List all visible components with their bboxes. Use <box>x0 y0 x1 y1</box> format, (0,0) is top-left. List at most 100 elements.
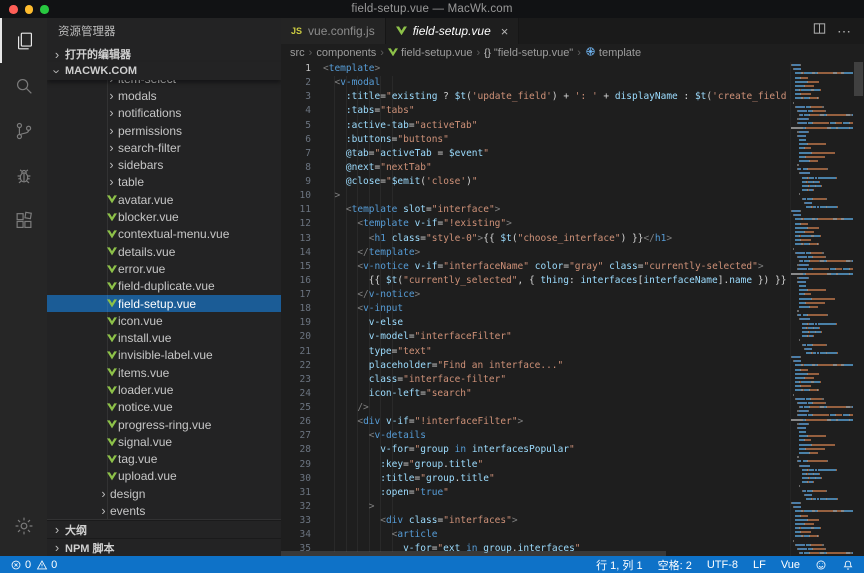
tab-vue-config-js[interactable]: JSvue.config.js <box>281 18 386 44</box>
tree-item-icon-vue[interactable]: icon.vue <box>47 312 281 329</box>
line-number: 29 <box>281 458 311 472</box>
tree-item-table[interactable]: ›table <box>47 174 281 191</box>
extensions-icon[interactable] <box>0 198 47 243</box>
code-line: 2 <v-modal <box>281 76 790 90</box>
code-line: 26 <div v-if="!interfaceFilter"> <box>281 415 790 429</box>
more-actions-icon[interactable]: ⋯ <box>837 23 852 40</box>
code-line: 31 :open="true" <box>281 486 790 500</box>
tree-item-permissions[interactable]: ›permissions <box>47 122 281 139</box>
warning-icon <box>36 559 48 571</box>
line-number: 9 <box>281 175 311 189</box>
tree-item-contextual-menu-vue[interactable]: contextual-menu.vue <box>47 226 281 243</box>
tree-item-loader-vue[interactable]: loader.vue <box>47 381 281 398</box>
code-line: 13 <h1 class="style-0">{{ $t("choose_int… <box>281 232 790 246</box>
line-number: 21 <box>281 345 311 359</box>
tree-item-label: sidebars <box>118 158 163 172</box>
code-line: 11 <template slot="interface"> <box>281 203 790 217</box>
tree-item-install-vue[interactable]: install.vue <box>47 329 281 346</box>
tree-item-upload-vue[interactable]: upload.vue <box>47 468 281 485</box>
tab-field-setup-vue[interactable]: field-setup.vue× <box>386 18 520 44</box>
settings-icon[interactable] <box>0 503 47 548</box>
code-line: 9 @close="$emit('close')" <box>281 175 790 189</box>
code-text: v-else <box>323 316 403 330</box>
main-area: 资源管理器 › 打开的编辑器 › MACWK.COM ›item-select›… <box>0 18 864 556</box>
tree-item-item-select[interactable]: ›item-select <box>47 80 281 87</box>
tree-item-items-vue[interactable]: items.vue <box>47 364 281 381</box>
tree-item-notifications[interactable]: ›notifications <box>47 105 281 122</box>
section-project[interactable]: › MACWK.COM <box>47 62 281 80</box>
tree-item-search-filter[interactable]: ›search-filter <box>47 139 281 156</box>
tree-item-blocker-vue[interactable]: blocker.vue <box>47 208 281 225</box>
code-line: 34 <article <box>281 528 790 542</box>
code-line: 3 :title="existing ? $t('update_field') … <box>281 90 790 104</box>
source-control-icon[interactable] <box>0 108 47 153</box>
status-item-5[interactable]: Vue <box>781 559 800 571</box>
tree-item-avatar-vue[interactable]: avatar.vue <box>47 191 281 208</box>
tree-item-label: field-setup.vue <box>118 297 196 311</box>
minimap[interactable] <box>790 62 853 556</box>
tree-item-label: loader.vue <box>118 383 173 397</box>
status-item-1[interactable]: 行 1, 列 1 <box>596 557 642 573</box>
tree-item-design[interactable]: ›design <box>47 485 281 502</box>
status-item-3[interactable]: UTF-8 <box>707 559 738 571</box>
tree-item-field-setup-vue[interactable]: field-setup.vue <box>47 295 281 312</box>
chevron-right-icon: › <box>105 80 118 86</box>
status-warning[interactable]: 0 <box>36 559 57 571</box>
tree-item-label: search-filter <box>118 141 181 155</box>
code-text: <v-input <box>323 302 403 316</box>
tree-item-error-vue[interactable]: error.vue <box>47 260 281 277</box>
tree-item-sidebars[interactable]: ›sidebars <box>47 156 281 173</box>
minimize-window-button[interactable] <box>25 5 34 14</box>
status-item-4[interactable]: LF <box>753 559 766 571</box>
code-line: 22 placeholder="Find an interface..." <box>281 359 790 373</box>
section-open-editors[interactable]: › 打开的编辑器 <box>47 46 281 62</box>
code-text: <v-notice v-if="interfaceName" color="gr… <box>323 260 764 274</box>
editor[interactable]: 1<template>2 <v-modal3 :title="existing … <box>281 62 864 556</box>
code-text: <div class="interfaces"> <box>323 514 518 528</box>
tree-item-modals[interactable]: ›modals <box>47 87 281 104</box>
vue-file-icon <box>388 47 398 59</box>
status-error[interactable]: 0 <box>10 559 31 571</box>
activity-bar <box>0 18 47 556</box>
code-line: 1<template> <box>281 62 790 76</box>
code-text: type="text" <box>323 345 432 359</box>
search-icon[interactable] <box>0 63 47 108</box>
section-outline[interactable]: › 大纲 <box>47 520 281 538</box>
tree-item-notice-vue[interactable]: notice.vue <box>47 399 281 416</box>
scrollbar-thumb[interactable] <box>854 62 863 96</box>
section-npm-scripts[interactable]: › NPM 脚本 <box>47 538 281 556</box>
tree-item-tag-vue[interactable]: tag.vue <box>47 451 281 468</box>
breadcrumb-item-3[interactable]: field-setup.vue <box>388 47 473 59</box>
zoom-window-button[interactable] <box>40 5 49 14</box>
tree-item-label: error.vue <box>118 262 165 276</box>
chevron-right-icon: › <box>49 540 65 555</box>
tree-item-details-vue[interactable]: details.vue <box>47 243 281 260</box>
close-icon[interactable]: × <box>501 25 509 38</box>
explorer-icon[interactable] <box>0 18 47 63</box>
vertical-scrollbar[interactable] <box>853 62 864 556</box>
code-area[interactable]: 1<template>2 <v-modal3 :title="existing … <box>281 62 790 556</box>
line-number: 12 <box>281 217 311 231</box>
vue-file-icon <box>105 230 118 239</box>
status-feedback-smiley[interactable] <box>815 559 827 571</box>
section-label: 打开的编辑器 <box>65 46 131 62</box>
tree-item-progress-ring-vue[interactable]: progress-ring.vue <box>47 416 281 433</box>
tree-item-label: progress-ring.vue <box>118 418 211 432</box>
debug-icon[interactable] <box>0 153 47 198</box>
split-editor-icon[interactable] <box>812 21 827 41</box>
tree-item-invisible-label-vue[interactable]: invisible-label.vue <box>47 347 281 364</box>
horizontal-scrollbar[interactable] <box>281 551 666 556</box>
status-bell[interactable] <box>842 559 854 571</box>
chevron-right-icon: › <box>105 89 118 103</box>
tree-item-field-duplicate-vue[interactable]: field-duplicate.vue <box>47 278 281 295</box>
breadcrumb-item-4[interactable]: {}"field-setup.vue" <box>484 47 573 59</box>
close-window-button[interactable] <box>9 5 18 14</box>
code-text: <template slot="interface"> <box>323 203 500 217</box>
breadcrumb-item-5[interactable]: template <box>585 46 641 60</box>
breadcrumb-item-2[interactable]: components <box>316 47 376 59</box>
tree-item-signal-vue[interactable]: signal.vue <box>47 433 281 450</box>
tree-item-events[interactable]: ›events <box>47 502 281 519</box>
breadcrumb-item-1[interactable]: src <box>290 47 305 59</box>
status-item-2[interactable]: 空格: 2 <box>658 557 692 573</box>
status-count: 0 <box>51 559 57 571</box>
